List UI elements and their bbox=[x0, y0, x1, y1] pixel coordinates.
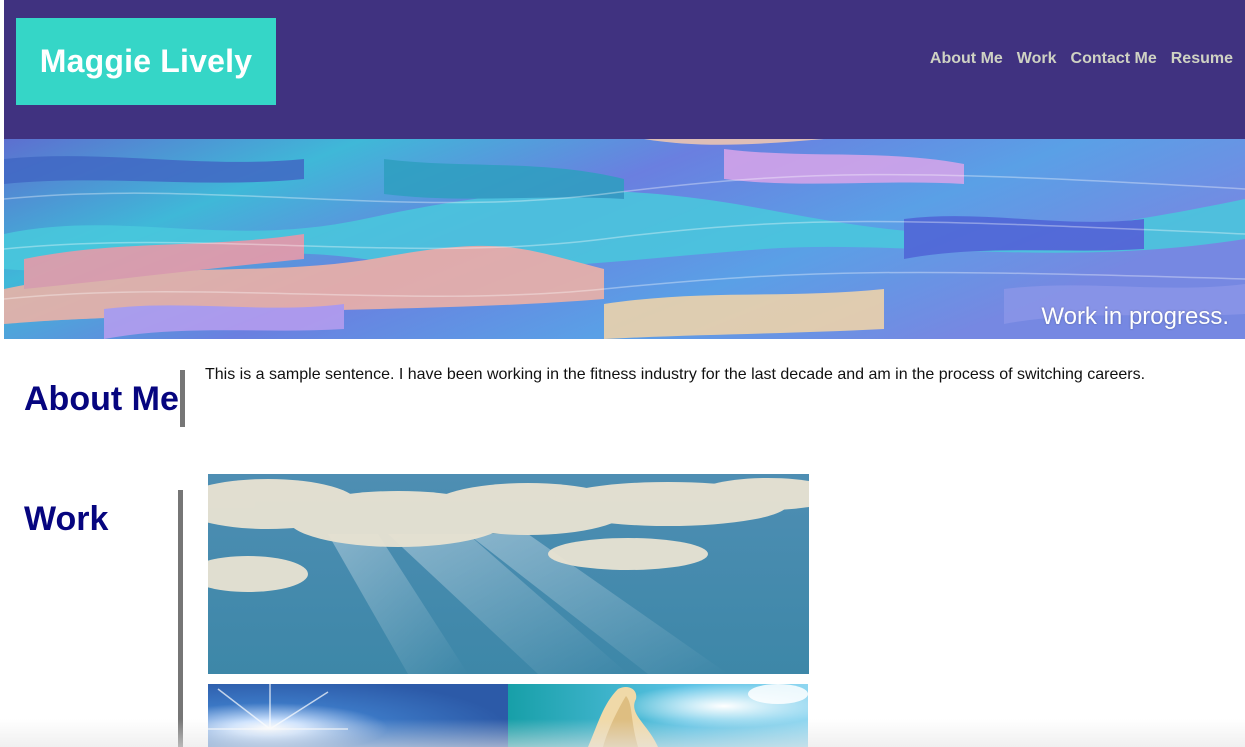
nav-about-me[interactable]: About Me bbox=[930, 50, 1003, 68]
fabric-image bbox=[508, 684, 808, 747]
nav-contact-me[interactable]: Contact Me bbox=[1071, 50, 1157, 68]
site-logo[interactable]: Maggie Lively bbox=[16, 18, 276, 105]
work-divider bbox=[178, 490, 183, 747]
site-title[interactable]: Maggie Lively bbox=[40, 43, 252, 80]
hero-caption: Work in progress. bbox=[1041, 303, 1229, 330]
main-nav: About Me Work Contact Me Resume bbox=[930, 50, 1233, 68]
work-image-fabric[interactable] bbox=[508, 684, 808, 747]
about-divider bbox=[180, 370, 185, 427]
hero-banner: Work in progress. bbox=[4, 139, 1245, 339]
nav-resume[interactable]: Resume bbox=[1171, 50, 1233, 68]
work-image-clouds[interactable] bbox=[208, 474, 809, 674]
about-section-title: About Me bbox=[24, 380, 179, 418]
sun-image bbox=[208, 684, 508, 747]
about-text: This is a sample sentence. I have been w… bbox=[205, 366, 1146, 383]
nav-work[interactable]: Work bbox=[1017, 50, 1057, 68]
clouds-image bbox=[208, 474, 809, 674]
work-image-sun[interactable] bbox=[208, 684, 508, 747]
work-section-title: Work bbox=[24, 500, 109, 538]
site-header: Maggie Lively About Me Work Contact Me R… bbox=[4, 0, 1245, 139]
